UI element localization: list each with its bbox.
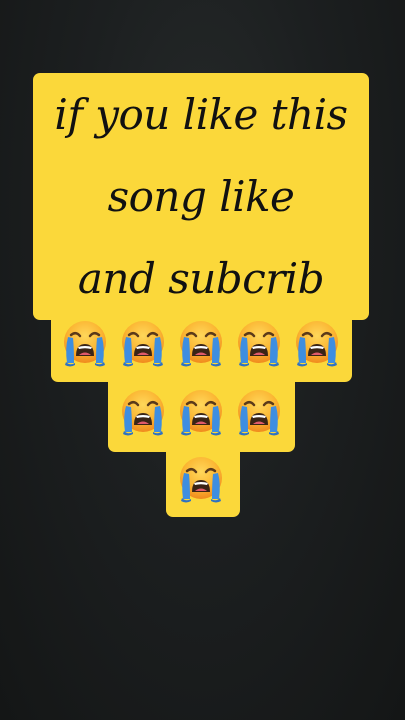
caption-line-2: song like: [107, 172, 295, 221]
loudly-crying-face-icon: [234, 318, 284, 368]
loudly-crying-face-icon: [118, 318, 168, 368]
loudly-crying-face-icon: [176, 318, 226, 368]
loudly-crying-face-icon: [176, 454, 226, 504]
loudly-crying-face-icon: [292, 318, 342, 368]
loudly-crying-face-icon: [176, 387, 226, 437]
caption-line-3: and subcrib: [77, 254, 325, 303]
loudly-crying-face-icon: [60, 318, 110, 368]
loudly-crying-face-icon: [234, 387, 284, 437]
loudly-crying-face-icon: [118, 387, 168, 437]
caption-line-1: if you like this: [54, 90, 348, 139]
